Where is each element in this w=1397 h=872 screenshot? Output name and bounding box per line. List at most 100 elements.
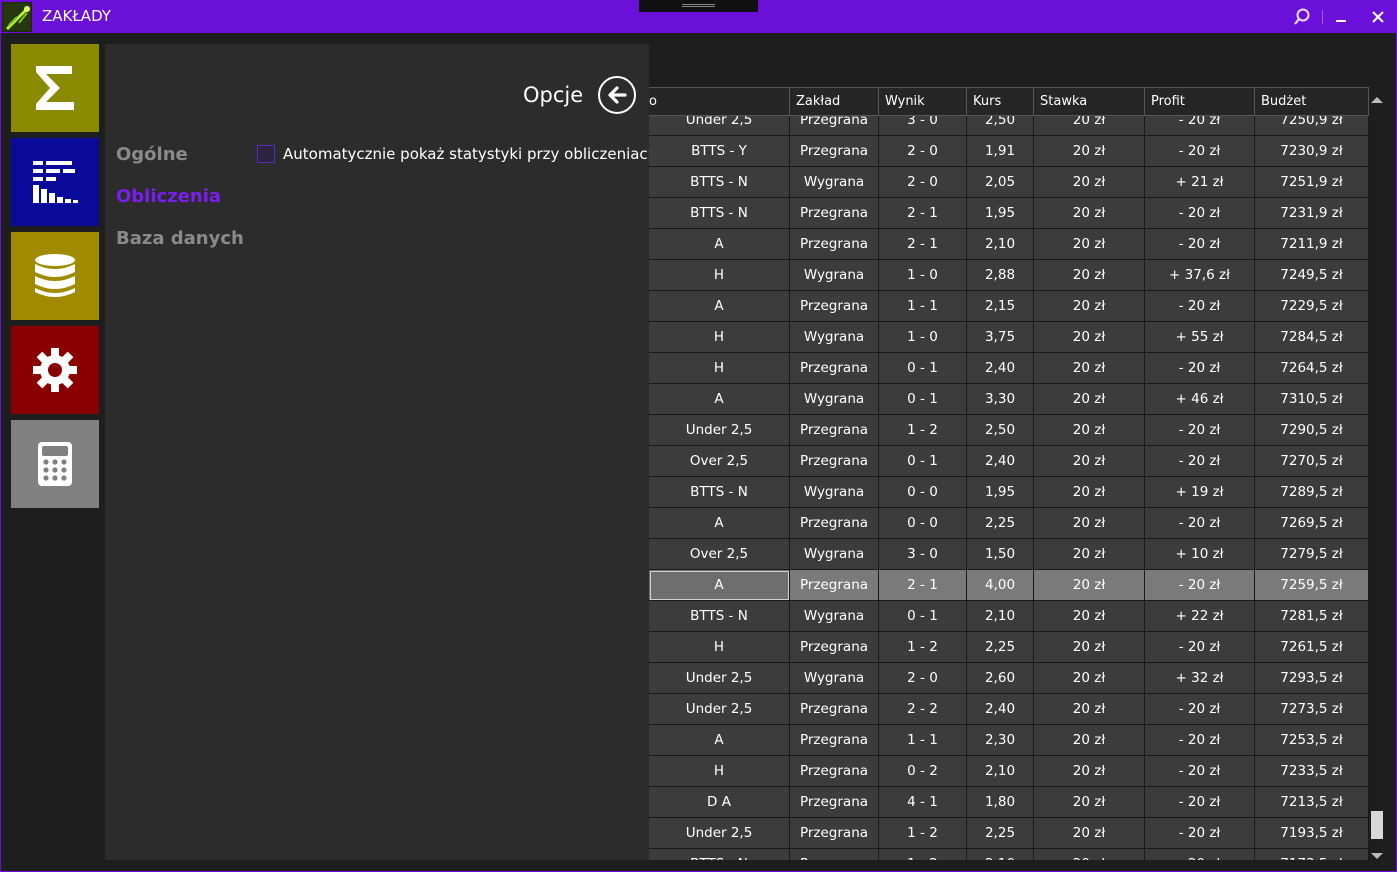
cell-typ[interactable]: H: [649, 756, 790, 787]
cell-typ[interactable]: Under 2,5: [649, 694, 790, 725]
cell-profit[interactable]: - 20 zł: [1145, 818, 1255, 849]
cell-profit[interactable]: - 20 zł: [1145, 446, 1255, 477]
cell-typ[interactable]: A: [649, 508, 790, 539]
table-row[interactable]: A Przegrana 1 - 1 2,30 20 zł - 20 zł 7253,5 zł: [649, 725, 1369, 756]
cell-profit[interactable]: - 20 zł: [1145, 229, 1255, 260]
cell-typ[interactable]: H: [649, 353, 790, 384]
cell-zaklad[interactable]: Przegrana: [790, 787, 879, 818]
cell-profit[interactable]: + 32 zł: [1145, 663, 1255, 694]
minimize-button[interactable]: [1330, 6, 1352, 28]
cell-profit[interactable]: - 20 zł: [1145, 198, 1255, 229]
cell-kurs[interactable]: 1,95: [967, 477, 1034, 508]
table-row[interactable]: Under 2,5 Przegrana 1 - 2 2,25 20 zł - 20 zł 7…: [649, 818, 1369, 849]
cell-zaklad[interactable]: Wygrana: [790, 477, 879, 508]
cell-profit[interactable]: - 20 zł: [1145, 849, 1255, 860]
cell-typ[interactable]: BTTS - N: [649, 477, 790, 508]
cell-profit[interactable]: - 20 zł: [1145, 632, 1255, 663]
cell-budzet[interactable]: 7193,5 zł: [1255, 818, 1369, 849]
cell-profit[interactable]: + 19 zł: [1145, 477, 1255, 508]
cell-budzet[interactable]: 7279,5 zł: [1255, 539, 1369, 570]
cell-wynik[interactable]: 2 - 0: [879, 167, 967, 198]
table-scrollbar[interactable]: [1369, 87, 1385, 860]
cell-wynik[interactable]: 2 - 0: [879, 663, 967, 694]
cell-wynik[interactable]: 3 - 0: [879, 539, 967, 570]
cell-typ[interactable]: A: [649, 570, 790, 601]
table-row[interactable]: H Przegrana 0 - 1 2,40 20 zł - 20 zł 7264,5 zł: [649, 353, 1369, 384]
cell-typ[interactable]: Under 2,5: [649, 663, 790, 694]
table-row[interactable]: A Przegrana 2 - 1 4,00 20 zł - 20 zł 7259,5 zł: [649, 570, 1369, 601]
scroll-down-button[interactable]: [1370, 846, 1384, 859]
cell-profit[interactable]: + 37,6 zł: [1145, 260, 1255, 291]
cell-kurs[interactable]: 2,40: [967, 694, 1034, 725]
database-tile[interactable]: [11, 232, 99, 320]
cell-kurs[interactable]: 2,15: [967, 291, 1034, 322]
column-header-wynik[interactable]: Wynik: [879, 88, 967, 116]
cell-stawka[interactable]: 20 zł: [1034, 415, 1145, 446]
cell-profit[interactable]: - 20 zł: [1145, 570, 1255, 601]
cell-zaklad[interactable]: Przegrana: [790, 508, 879, 539]
cell-wynik[interactable]: 1 - 2: [879, 818, 967, 849]
table-row[interactable]: BTTS - N Wygrana 0 - 1 2,10 20 zł + 22 zł 7281…: [649, 601, 1369, 632]
cell-typ[interactable]: H: [649, 260, 790, 291]
back-button[interactable]: [598, 76, 636, 114]
column-header-profit[interactable]: Profit: [1145, 88, 1255, 116]
cell-kurs[interactable]: 2,40: [967, 353, 1034, 384]
cell-kurs[interactable]: 2,88: [967, 260, 1034, 291]
cell-profit[interactable]: + 10 zł: [1145, 539, 1255, 570]
column-header-stawka[interactable]: Stawka: [1034, 88, 1145, 116]
table-row[interactable]: BTTS - N Wygrana 0 - 0 1,95 20 zł + 19 zł 7289…: [649, 477, 1369, 508]
cell-budzet[interactable]: 7231,9 zł: [1255, 198, 1369, 229]
cell-profit[interactable]: - 20 zł: [1145, 756, 1255, 787]
cell-budzet[interactable]: 7230,9 zł: [1255, 136, 1369, 167]
cell-zaklad[interactable]: Przegrana: [790, 849, 879, 860]
cell-typ[interactable]: Over 2,5: [649, 539, 790, 570]
cell-stawka[interactable]: 20 zł: [1034, 136, 1145, 167]
cell-budzet[interactable]: 7264,5 zł: [1255, 353, 1369, 384]
cell-budzet[interactable]: 7251,9 zł: [1255, 167, 1369, 198]
cell-wynik[interactable]: 0 - 1: [879, 353, 967, 384]
cell-typ[interactable]: A: [649, 725, 790, 756]
cell-kurs[interactable]: 2,25: [967, 508, 1034, 539]
cell-budzet[interactable]: 7259,5 zł: [1255, 570, 1369, 601]
cell-zaklad[interactable]: Przegrana: [790, 198, 879, 229]
cell-wynik[interactable]: 1 - 1: [879, 725, 967, 756]
cell-stawka[interactable]: 20 zł: [1034, 167, 1145, 198]
table-row[interactable]: A Przegrana 1 - 1 2,15 20 zł - 20 zł 7229,5 zł: [649, 291, 1369, 322]
cell-stawka[interactable]: 20 zł: [1034, 260, 1145, 291]
cell-zaklad[interactable]: Przegrana: [790, 136, 879, 167]
cell-stawka[interactable]: 20 zł: [1034, 384, 1145, 415]
cell-profit[interactable]: - 20 zł: [1145, 725, 1255, 756]
cell-wynik[interactable]: 0 - 1: [879, 446, 967, 477]
cell-zaklad[interactable]: Wygrana: [790, 260, 879, 291]
cell-wynik[interactable]: 0 - 0: [879, 508, 967, 539]
cell-budzet[interactable]: 7281,5 zł: [1255, 601, 1369, 632]
cell-profit[interactable]: + 55 zł: [1145, 322, 1255, 353]
cell-kurs[interactable]: 2,10: [967, 229, 1034, 260]
cell-zaklad[interactable]: Wygrana: [790, 663, 879, 694]
cell-budzet[interactable]: 7284,5 zł: [1255, 322, 1369, 353]
cell-stawka[interactable]: 20 zł: [1034, 198, 1145, 229]
table-row[interactable]: Under 2,5 Wygrana 2 - 0 2,60 20 zł + 32 zł 729…: [649, 663, 1369, 694]
cell-kurs[interactable]: 4,00: [967, 570, 1034, 601]
table-row[interactable]: BTTS - N Przegrana 2 - 1 1,95 20 zł - 20 zł 72…: [649, 198, 1369, 229]
cell-zaklad[interactable]: Przegrana: [790, 415, 879, 446]
column-header-type[interactable]: o: [649, 88, 790, 116]
table-row[interactable]: BTTS - NPrzegrana1 - 22,1020 zł- 20 zł71…: [649, 849, 1369, 860]
cell-zaklad[interactable]: Przegrana: [790, 291, 879, 322]
column-header-budzet[interactable]: Budżet: [1255, 88, 1369, 116]
table-row[interactable]: H Wygrana 1 - 0 3,75 20 zł + 55 zł 7284,5 zł: [649, 322, 1369, 353]
scroll-up-button[interactable]: [1370, 90, 1384, 103]
cell-kurs[interactable]: 3,75: [967, 322, 1034, 353]
cell-zaklad[interactable]: Przegrana: [790, 818, 879, 849]
cell-budzet[interactable]: 7233,5 zł: [1255, 756, 1369, 787]
cell-stawka[interactable]: 20 zł: [1034, 663, 1145, 694]
cell-wynik[interactable]: 2 - 2: [879, 694, 967, 725]
cell-profit[interactable]: - 20 zł: [1145, 787, 1255, 818]
cell-stawka[interactable]: 20 zł: [1034, 477, 1145, 508]
cell-zaklad[interactable]: Przegrana: [790, 725, 879, 756]
cell-budzet[interactable]: 7310,5 zł: [1255, 384, 1369, 415]
cell-typ[interactable]: H: [649, 632, 790, 663]
cell-wynik[interactable]: 4 - 1: [879, 787, 967, 818]
category-calculations[interactable]: Obliczenia: [116, 186, 221, 207]
table-row[interactable]: H Przegrana 0 - 2 2,10 20 zł - 20 zł 7233,5 zł: [649, 756, 1369, 787]
